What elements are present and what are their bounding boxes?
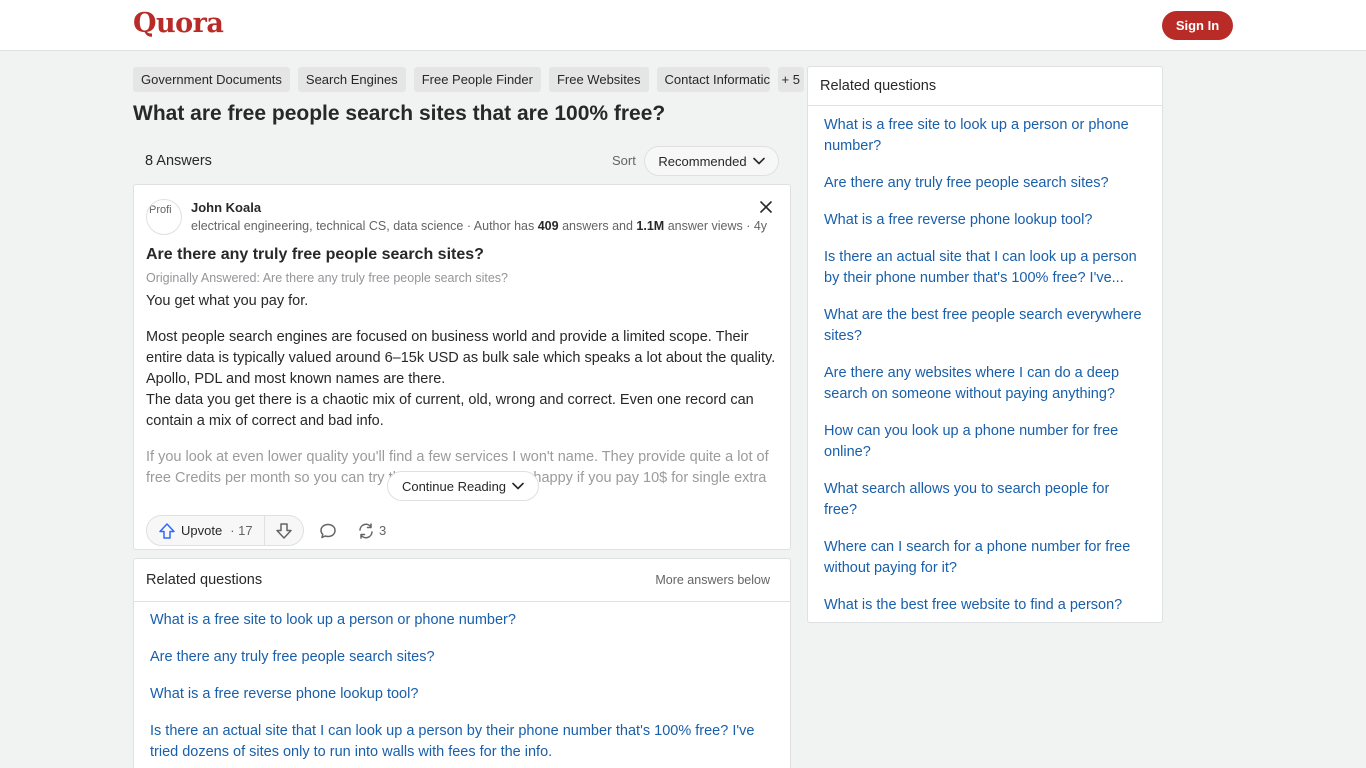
question-title: What are free people search sites that a… xyxy=(133,102,666,125)
related-title: Related questions xyxy=(146,572,263,588)
related-questions-inline: Related questions More answers below Wha… xyxy=(133,558,791,768)
upvote-arrow-icon xyxy=(159,522,175,539)
comment-icon xyxy=(320,523,336,538)
topic-chip[interactable]: Government Documents xyxy=(133,67,290,92)
author-credential: electrical engineering, technical CS, da… xyxy=(191,219,767,233)
more-topics-chip[interactable]: + 5 xyxy=(777,67,804,92)
originally-answered: Originally Answered: Are there any truly… xyxy=(146,271,508,285)
sidebar-question-link[interactable]: Are there any websites where I can do a … xyxy=(824,363,1146,405)
related-header: Related questions More answers below xyxy=(134,559,790,602)
related-question-link[interactable]: Is there an actual site that I can look … xyxy=(150,721,774,763)
related-question-link[interactable]: What is a free reverse phone lookup tool… xyxy=(150,684,774,705)
credential-text: electrical engineering, technical CS, da… xyxy=(191,219,538,233)
more-answers-below: More answers below xyxy=(655,573,770,587)
topic-chip[interactable]: Contact Informatic xyxy=(656,67,770,92)
sidebar-question-link[interactable]: What are the best free people search eve… xyxy=(824,305,1146,347)
top-bar: Quora Sign In xyxy=(0,0,1366,51)
answer-card: Profi John Koala electrical engineering,… xyxy=(133,184,791,550)
answers-num: 409 xyxy=(537,219,559,233)
sidebar-question-link[interactable]: What search allows you to search people … xyxy=(824,479,1146,521)
topic-list: Government Documents Search Engines Free… xyxy=(133,67,804,92)
chevron-down-icon xyxy=(752,157,765,165)
close-icon[interactable] xyxy=(758,199,774,215)
topic-chip[interactable]: Free People Finder xyxy=(413,67,541,92)
credential-mid: answers and xyxy=(558,219,637,233)
author-name[interactable]: John Koala xyxy=(191,200,261,215)
upvote-count-value: 17 xyxy=(238,523,253,538)
downvote-arrow-icon xyxy=(276,522,292,539)
share-icon xyxy=(359,522,373,539)
comment-button[interactable] xyxy=(318,521,338,541)
credential-tail: answer views · 4y xyxy=(664,219,768,233)
sidebar-header: Related questions xyxy=(808,67,1162,106)
upvote-count: · 17 xyxy=(230,523,253,538)
related-questions-sidebar: Related questions What is a free site to… xyxy=(807,66,1163,623)
sidebar-question-link[interactable]: Is there an actual site that I can look … xyxy=(824,247,1146,289)
quora-logo[interactable]: Quora xyxy=(133,8,224,39)
sort-value: Recommended xyxy=(658,153,747,169)
topic-chip[interactable]: Free Websites xyxy=(548,67,649,92)
answer-actions: Upvote · 17 3 xyxy=(146,515,386,546)
sidebar-list: What is a free site to look up a person … xyxy=(808,106,1162,616)
continue-reading-label: Continue Reading xyxy=(401,478,507,494)
upvote-label: Upvote xyxy=(181,523,223,538)
sidebar-question-link[interactable]: What is the best free website to find a … xyxy=(824,595,1146,616)
related-question-link[interactable]: What is a free site to look up a person … xyxy=(150,610,774,631)
related-question-link[interactable]: Are there any truly free people search s… xyxy=(150,647,774,668)
sort-label: Sort xyxy=(612,153,636,168)
answers-header: 8 Answers Sort Recommended xyxy=(133,146,791,176)
sidebar-question-link[interactable]: How can you look up a phone number for f… xyxy=(824,421,1146,463)
answers-count: 8 Answers xyxy=(145,153,212,169)
sidebar-question-link[interactable]: What is a free reverse phone lookup tool… xyxy=(824,210,1146,231)
chevron-down-icon xyxy=(512,482,524,490)
sidebar-title: Related questions xyxy=(820,78,937,94)
upvote-button[interactable]: Upvote · 17 xyxy=(147,516,265,545)
sidebar-question-link[interactable]: Where can I search for a phone number fo… xyxy=(824,537,1146,579)
topic-chip[interactable]: Search Engines xyxy=(297,67,406,92)
continue-reading-button[interactable]: Continue Reading xyxy=(387,471,539,501)
answer-paragraph: Most people search engines are focused o… xyxy=(146,329,776,429)
downvote-button[interactable] xyxy=(265,516,303,545)
sidebar-question-link[interactable]: What is a free site to look up a person … xyxy=(824,115,1146,157)
sidebar-question-link[interactable]: Are there any truly free people search s… xyxy=(824,173,1146,194)
vote-pill: Upvote · 17 xyxy=(146,515,304,546)
related-list: What is a free site to look up a person … xyxy=(134,602,790,763)
share-button[interactable] xyxy=(356,521,376,541)
avatar[interactable]: Profi xyxy=(146,199,182,235)
views-num: 1.1M xyxy=(636,219,665,233)
answer-paragraph: You get what you pay for. xyxy=(146,293,309,309)
sign-in-button[interactable]: Sign In xyxy=(1162,11,1233,40)
sort-dropdown[interactable]: Recommended xyxy=(644,146,779,176)
answer-question-link[interactable]: Are there any truly free people search s… xyxy=(146,246,484,264)
share-count: 3 xyxy=(379,523,387,538)
